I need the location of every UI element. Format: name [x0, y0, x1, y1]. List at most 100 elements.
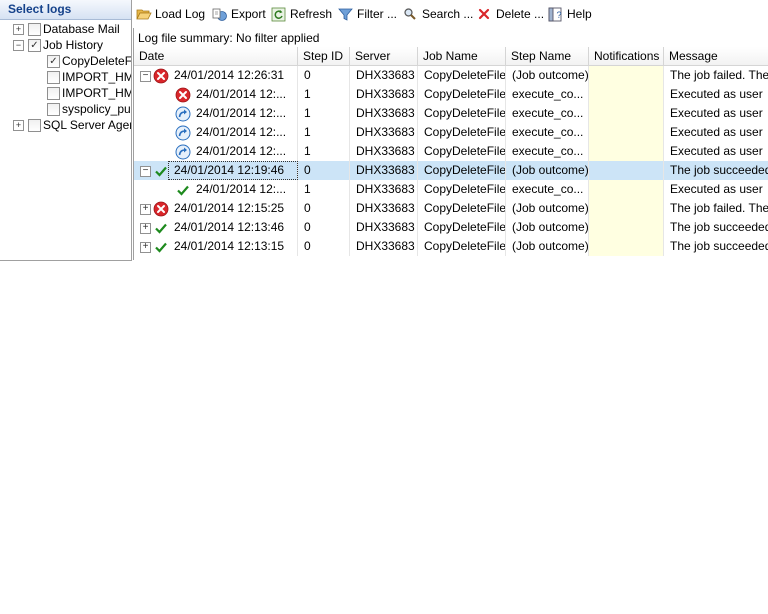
refresh-icon: [271, 7, 286, 22]
tree-node-database-mail[interactable]: + Database Mail: [0, 21, 131, 37]
cell-server: DHX33683: [350, 123, 418, 142]
cell-message: The job succeeded: [670, 220, 768, 234]
cell-step-id: 0: [298, 237, 350, 256]
expand-icon[interactable]: +: [13, 120, 24, 131]
cell-job-name: CopyDeleteFile: [418, 199, 506, 218]
cell-notifications: [589, 218, 664, 237]
grid-header: Date Step ID Server Job Name Step Name N…: [134, 47, 768, 66]
cell-job-name: CopyDeleteFile: [418, 123, 506, 142]
cell-step-name: execute_co...: [506, 123, 589, 142]
svg-text:?: ?: [557, 10, 562, 20]
collapse-icon[interactable]: −: [140, 166, 151, 177]
cell-step-name: execute_co...: [506, 180, 589, 199]
table-row[interactable]: +24/01/2014 12:15:25 0 DHX33683 CopyDeleteF…: [134, 199, 768, 218]
checkbox-checked[interactable]: ✓: [47, 55, 60, 68]
column-header-job-name[interactable]: Job Name: [418, 47, 506, 65]
cell-notifications: [589, 180, 664, 199]
cell-notifications: [589, 199, 664, 218]
log-summary: Log file summary: No filter applied: [138, 31, 320, 45]
checkbox[interactable]: [47, 71, 60, 84]
select-logs-panel: Select logs + Database Mail − ✓ Job Hist…: [0, 0, 132, 261]
cell-date: 24/01/2014 12:...: [190, 104, 298, 123]
table-row[interactable]: 24/01/2014 12:... 1 DHX33683 CopyDeleteFile…: [134, 180, 768, 199]
cell-step-name: (Job outcome): [506, 237, 589, 256]
cell-message: The job succeeded: [670, 239, 768, 253]
cell-date: 24/01/2014 12:19:46: [168, 161, 298, 180]
cell-server: DHX33683: [350, 237, 418, 256]
delete-icon: [478, 8, 490, 20]
cell-server: DHX33683: [350, 161, 418, 180]
export-icon: [212, 8, 227, 21]
collapse-icon[interactable]: −: [13, 40, 24, 51]
table-row[interactable]: +24/01/2014 12:13:15 0 DHX33683 CopyDeleteF…: [134, 237, 768, 256]
cell-notifications: [589, 104, 664, 123]
cell-message: The job failed. The: [670, 68, 768, 82]
tree-node-label: syspolicy_purg: [62, 102, 131, 116]
cell-step-id: 1: [298, 123, 350, 142]
expand-icon[interactable]: +: [140, 242, 151, 253]
checkbox[interactable]: [28, 23, 41, 36]
export-button[interactable]: Export: [212, 2, 268, 26]
log-grid: Log file summary: No filter applied Date…: [133, 28, 768, 260]
load-log-button[interactable]: Load Log: [136, 2, 208, 26]
tree-node-label: Job History: [43, 38, 104, 52]
tree-node-import-hml-2[interactable]: IMPORT_HML: [0, 85, 131, 101]
tree-node-label: Database Mail: [43, 22, 120, 36]
cell-notifications: [589, 85, 664, 104]
help-icon: ?: [548, 7, 562, 22]
tree-node-job-history[interactable]: − ✓ Job History: [0, 37, 131, 53]
cell-message: Executed as user: [670, 144, 763, 158]
table-row[interactable]: − 24/01/2014 12:19:46 0 DHX33683 CopyDeleteF…: [134, 161, 768, 180]
expand-icon[interactable]: +: [140, 223, 151, 234]
success-icon: [153, 239, 169, 258]
cell-server: DHX33683: [350, 66, 418, 85]
cell-message: The job failed. The: [670, 201, 768, 215]
tree-node-import-hml-1[interactable]: IMPORT_HML: [0, 69, 131, 85]
column-header-server[interactable]: Server: [350, 47, 418, 65]
cell-server: DHX33683: [350, 218, 418, 237]
tree-node-label: SQL Server Agent: [43, 118, 132, 132]
cell-date: 24/01/2014 12:13:46: [168, 218, 298, 237]
checkbox[interactable]: [47, 87, 60, 100]
column-header-step-id[interactable]: Step ID: [298, 47, 350, 65]
cell-server: DHX33683: [350, 142, 418, 161]
cell-step-name: execute_co...: [506, 104, 589, 123]
table-row[interactable]: 24/01/2014 12:... 1 DHX33683 CopyDeleteFile…: [134, 123, 768, 142]
search-button[interactable]: Search ...: [403, 2, 473, 26]
cell-job-name: CopyDeleteFile: [418, 161, 506, 180]
cell-date: 24/01/2014 12:13:15: [168, 237, 298, 256]
filter-button[interactable]: Filter ...: [338, 2, 400, 26]
tree-node-copydeletefile[interactable]: ✓ CopyDeleteFile: [0, 53, 131, 69]
tree-node-sql-server-agent[interactable]: + SQL Server Agent: [0, 117, 131, 133]
help-button[interactable]: ? Help: [548, 2, 598, 26]
table-row[interactable]: 24/01/2014 12:... 1 DHX33683 CopyDeleteFile…: [134, 85, 768, 104]
tree-node-syspolicy[interactable]: syspolicy_purg: [0, 101, 131, 117]
cell-notifications: [589, 142, 664, 161]
table-row[interactable]: − 24/01/2014 12:26:31 0 DHX33683 CopyDeleteF…: [134, 66, 768, 85]
collapse-icon[interactable]: −: [140, 71, 151, 82]
checkbox-checked[interactable]: ✓: [28, 39, 41, 52]
refresh-button[interactable]: Refresh: [271, 2, 333, 26]
checkbox[interactable]: [47, 103, 60, 116]
expand-icon[interactable]: +: [140, 204, 151, 215]
cell-step-name: (Job outcome): [506, 218, 589, 237]
delete-button[interactable]: Delete ...: [477, 2, 545, 26]
cell-notifications: [589, 66, 664, 85]
checkbox[interactable]: [28, 119, 41, 132]
cell-step-id: 0: [298, 66, 350, 85]
column-header-date[interactable]: Date: [134, 47, 298, 65]
table-row[interactable]: 24/01/2014 12:... 1 DHX33683 CopyDeleteFile…: [134, 104, 768, 123]
expand-icon[interactable]: +: [13, 24, 24, 35]
column-header-step-name[interactable]: Step Name: [506, 47, 589, 65]
cell-step-id: 0: [298, 161, 350, 180]
table-row[interactable]: 24/01/2014 12:... 1 DHX33683 CopyDeleteFile…: [134, 142, 768, 161]
cell-server: DHX33683: [350, 199, 418, 218]
column-header-message[interactable]: Message: [664, 47, 768, 65]
cell-server: DHX33683: [350, 85, 418, 104]
cell-job-name: CopyDeleteFile: [418, 180, 506, 199]
column-header-notifications[interactable]: Notifications: [589, 47, 664, 65]
cell-date: 24/01/2014 12:...: [190, 123, 298, 142]
cell-message: Executed as user: [670, 125, 763, 139]
table-row[interactable]: +24/01/2014 12:13:46 0 DHX33683 CopyDeleteF…: [134, 218, 768, 237]
folder-open-icon: [136, 9, 152, 20]
